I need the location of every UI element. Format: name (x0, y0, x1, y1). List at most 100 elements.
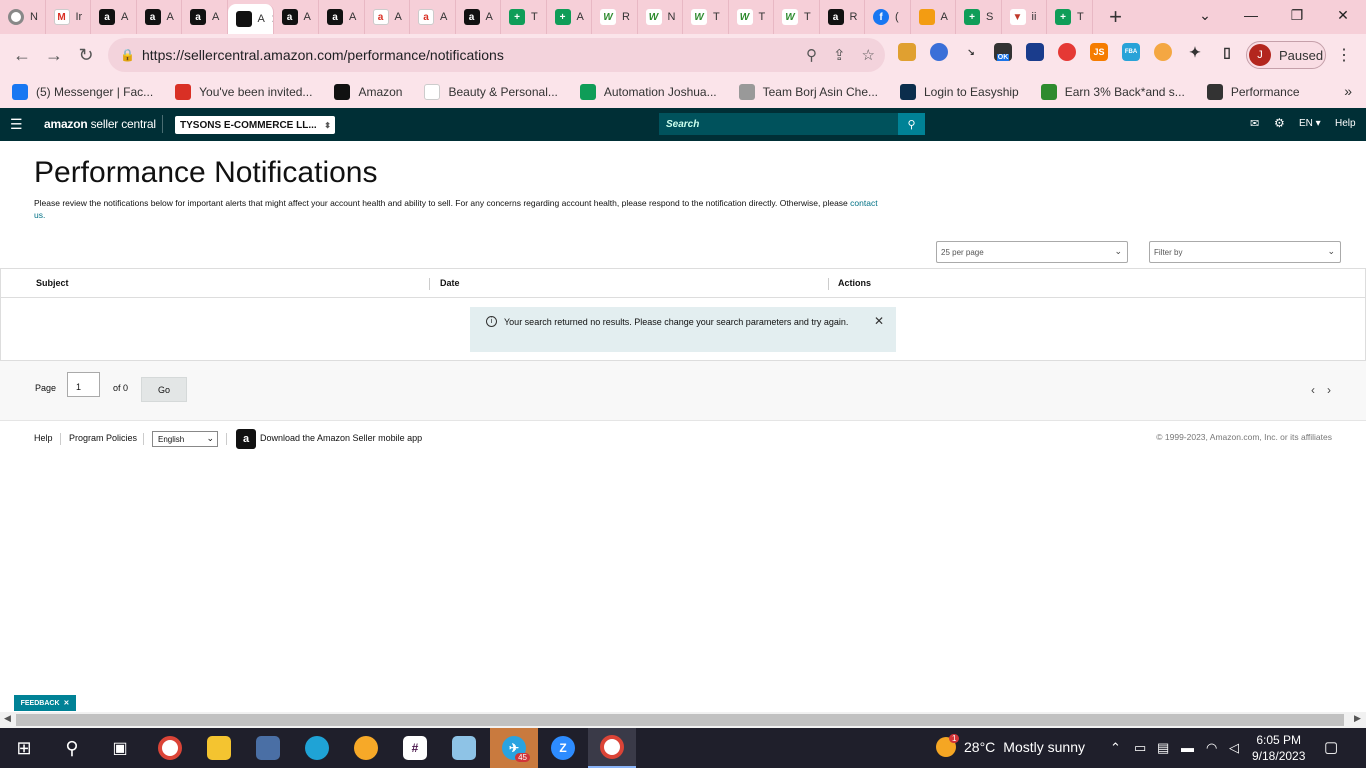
browser-tab[interactable]: WT (683, 0, 729, 34)
program-policies-link[interactable]: Program Policies (69, 433, 137, 443)
next-page-icon[interactable]: › (1327, 383, 1331, 397)
page-number-input[interactable] (67, 372, 100, 397)
new-tab-icon[interactable]: + (1101, 2, 1131, 32)
volume-icon[interactable]: ◁ (1229, 740, 1239, 756)
extension-grid-icon[interactable] (1026, 43, 1044, 61)
column-subject[interactable]: Subject (36, 278, 69, 288)
bookmark-item[interactable]: Amazon (334, 84, 402, 100)
notifications-icon[interactable]: ▢ (1324, 738, 1338, 756)
app-icon[interactable] (244, 728, 292, 768)
language-selector[interactable]: EN ▾ (1299, 118, 1321, 129)
bookmark-item[interactable]: (5) Messenger | Fac... (12, 84, 153, 100)
footer-language-select[interactable]: English ⌄ (152, 431, 218, 447)
search-icon[interactable]: ⚲ (48, 728, 96, 768)
browser-tab[interactable]: aA (410, 0, 456, 34)
url-text[interactable]: https://sellercentral.amazon.com/perform… (142, 47, 504, 63)
windows-start-icon[interactable]: ⊞ (0, 728, 48, 768)
bookmark-item[interactable]: Login to Easyship (900, 84, 1019, 100)
seller-central-logo[interactable]: amazon seller central (44, 117, 156, 131)
browser-tab[interactable]: + A (547, 0, 592, 34)
extension-pokeball-icon[interactable] (1058, 43, 1076, 61)
browser-tab[interactable]: + T (501, 0, 547, 34)
feedback-button[interactable]: FEEDBACK ✕ (14, 695, 76, 711)
seller-search-input[interactable]: Search (659, 113, 899, 135)
download-app-link[interactable]: Download the Amazon Seller mobile app (260, 433, 422, 443)
restore-button[interactable]: ❐ (1274, 0, 1320, 30)
bookmark-item[interactable]: Automation Joshua... (579, 84, 717, 100)
mail-icon[interactable]: ✉ (1250, 117, 1259, 130)
close-icon[interactable]: ✕ (874, 315, 884, 327)
wifi-icon[interactable]: ◠ (1206, 740, 1217, 756)
browser-tab[interactable]: aA (365, 0, 410, 34)
search-icon[interactable]: ⚲ (898, 113, 925, 135)
browser-tab[interactable]: A (911, 0, 956, 34)
go-button[interactable]: Go (141, 377, 187, 402)
column-date[interactable]: Date (440, 278, 460, 288)
help-link[interactable]: Help (1335, 118, 1356, 129)
amazon-seller-app-icon[interactable]: a (236, 429, 256, 449)
browser-tab[interactable]: WR (592, 0, 638, 34)
extension-arrow-icon[interactable]: ↘ (962, 43, 980, 61)
bookmark-item[interactable]: Earn 3% Back*and s... (1040, 84, 1185, 100)
tab-active[interactable]: A✕ (227, 4, 274, 34)
telegram-icon[interactable]: ✈ 45 (490, 728, 538, 768)
chevron-up-icon[interactable]: ⌃ (1110, 740, 1121, 756)
scroll-left-icon[interactable]: ◀ (4, 713, 11, 724)
file-explorer-icon[interactable] (195, 728, 243, 768)
extension-blue-icon[interactable] (930, 43, 948, 61)
account-switcher[interactable]: TYSONS E-COMMERCE LL... ⬍ (175, 116, 335, 134)
display-icon[interactable]: ▤ (1157, 740, 1169, 756)
weather-widget[interactable]: 1 28°C Mostly sunny (936, 734, 1085, 757)
extensions-puzzle-icon[interactable]: ✦ (1186, 43, 1204, 61)
browser-tab[interactable]: WN (638, 0, 683, 34)
omnibox[interactable]: 🔒 https://sellercentral.amazon.com/perfo… (108, 38, 885, 72)
filter-by-select[interactable]: Filter by ⌄ (1149, 241, 1341, 263)
scrollbar-thumb[interactable] (16, 714, 1344, 726)
footer-help-link[interactable]: Help (34, 433, 53, 443)
extension-fba-icon[interactable]: FBA (1122, 43, 1140, 61)
edge-icon[interactable] (293, 728, 341, 768)
browser-tab[interactable]: + S (956, 0, 1002, 34)
close-window-button[interactable]: ✕ (1320, 0, 1366, 30)
browser-tab[interactable]: N (0, 0, 46, 34)
lock-icon[interactable]: 🔒 (120, 48, 135, 62)
meet-icon[interactable]: ▭ (1134, 740, 1146, 756)
extension-orange-icon[interactable] (1154, 43, 1172, 61)
side-panel-icon[interactable]: ▯ (1218, 43, 1236, 61)
browser-tab[interactable]: aA (319, 0, 365, 34)
forward-arrow-icon[interactable]: → (38, 39, 70, 71)
bookmark-item[interactable]: Team Borj Asin Che... (738, 84, 878, 100)
vpn-icon[interactable] (342, 728, 390, 768)
browser-tab[interactable]: WT (774, 0, 820, 34)
browser-tab[interactable]: aA (274, 0, 319, 34)
browser-tab[interactable]: f( (865, 0, 911, 34)
chrome-taskbar-icon[interactable] (146, 728, 194, 768)
extension-js-icon[interactable]: JS (1090, 43, 1108, 61)
browser-menu-icon[interactable]: ⋮ (1336, 41, 1352, 69)
slack-icon[interactable]: # (391, 728, 439, 768)
browser-tab[interactable]: WT (729, 0, 774, 34)
browser-tab[interactable]: ▼ ii (1002, 0, 1047, 34)
minimize-button[interactable]: — (1228, 0, 1274, 30)
extension-cake-icon[interactable] (898, 43, 916, 61)
clock[interactable]: 6:05 PM 9/18/2023 (1252, 732, 1305, 764)
chrome-active-icon[interactable] (588, 728, 636, 768)
hamburger-menu-icon[interactable]: ☰ (10, 116, 23, 133)
extension-ok-icon[interactable]: OK (994, 43, 1012, 61)
per-page-select[interactable]: 25 per page ⌄ (936, 241, 1128, 263)
browser-tab[interactable]: aA (137, 0, 182, 34)
previous-page-icon[interactable]: ‹ (1311, 383, 1315, 397)
browser-tab[interactable]: aA (456, 0, 501, 34)
zoom-icon[interactable]: ⚲ (806, 46, 817, 64)
share-icon[interactable]: ⇪ (833, 46, 846, 64)
battery-icon[interactable]: ▬ (1181, 740, 1194, 755)
browser-tab[interactable]: M Ir (46, 0, 91, 34)
column-actions[interactable]: Actions (838, 278, 871, 288)
bookmark-item[interactable]: Beauty & Personal... (424, 84, 558, 100)
tab-search-icon[interactable]: ⌄ (1182, 0, 1228, 30)
scroll-right-icon[interactable]: ▶ (1354, 713, 1361, 724)
task-view-icon[interactable]: ▣ (96, 728, 144, 768)
zoom-app-icon[interactable]: Z (539, 728, 587, 768)
profile-button[interactable]: J Paused (1246, 41, 1326, 69)
browser-tab[interactable]: aR (820, 0, 865, 34)
